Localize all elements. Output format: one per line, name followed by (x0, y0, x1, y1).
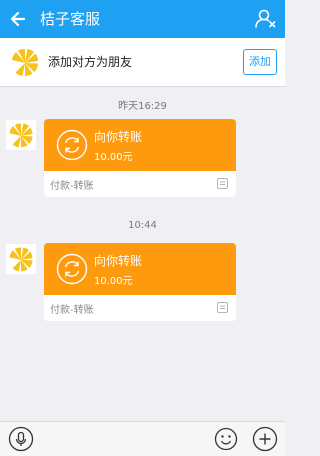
app-logo-icon (217, 302, 228, 313)
message-timestamp: 昨天16:29 (118, 101, 167, 112)
smiley-icon (214, 427, 238, 451)
message-timestamp: 10:44 (128, 220, 157, 231)
transfer-card-footer: 付款-转账 (44, 295, 236, 321)
avatar[interactable] (6, 244, 36, 274)
transfer-amount: 10.00元 (94, 152, 133, 163)
transfer-icon (56, 129, 88, 161)
transfer-type-label: 付款-转账 (50, 305, 94, 316)
chat-info-button[interactable] (251, 5, 279, 33)
person-icon (255, 9, 276, 28)
more-options-button[interactable] (252, 426, 278, 452)
title-bar: 桔子客服 (0, 0, 285, 38)
transfer-type-label: 付款-转账 (50, 181, 94, 192)
back-button[interactable] (4, 4, 34, 34)
transfer-card-footer: 付款-转账 (44, 171, 236, 197)
page-title: 桔子客服 (40, 10, 101, 28)
add-friend-prompt: 添加对方为朋友 (48, 55, 133, 69)
plus-icon (252, 426, 278, 452)
back-arrow-icon (10, 11, 26, 27)
avatar[interactable] (6, 120, 36, 150)
transfer-title: 向你转账 (94, 130, 143, 144)
orange-slice-logo-icon (6, 120, 36, 150)
voice-input-button[interactable] (8, 426, 34, 452)
transfer-title: 向你转账 (94, 254, 143, 268)
add-friend-button[interactable]: 添加 (243, 49, 277, 75)
transfer-message-card[interactable]: 向你转账 10.00元 付款-转账 (44, 119, 236, 197)
emoji-button[interactable] (214, 427, 238, 451)
avatar[interactable] (8, 45, 42, 79)
transfer-message-card[interactable]: 向你转账 10.00元 付款-转账 (44, 243, 236, 321)
orange-slice-logo-icon (8, 45, 42, 79)
chat-input-bar (0, 421, 285, 456)
app-logo-icon (217, 178, 228, 189)
transfer-icon (56, 253, 88, 285)
orange-slice-logo-icon (6, 244, 36, 274)
add-friend-bar: 添加对方为朋友 添加 (0, 38, 285, 87)
transfer-amount: 10.00元 (94, 276, 133, 287)
transfer-card-header: 向你转账 10.00元 (44, 119, 236, 171)
transfer-card-header: 向你转账 10.00元 (44, 243, 236, 295)
microphone-icon (8, 426, 34, 452)
